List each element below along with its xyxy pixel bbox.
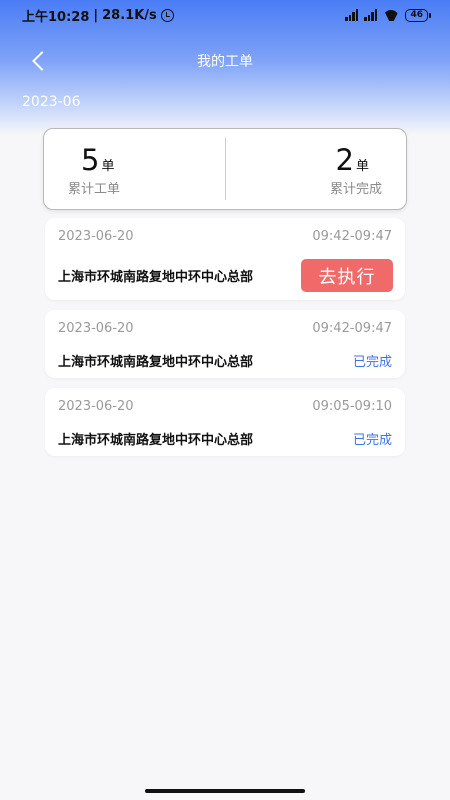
network-speed: 28.1K/s [102,7,157,23]
completed-orders-unit: 单 [355,159,369,174]
total-orders-stat: 5 单 累计工单 [68,143,168,197]
order-card-3[interactable]: 2023-06-20 09:05-09:10 上海市环城南路复地中环中心总部 已… [45,388,405,456]
order-address: 上海市环城南路复地中环中心总部 [58,433,254,448]
order-time: 09:05-09:10 [312,399,392,414]
status-separator: | [93,7,99,23]
signal-hd-icon [364,9,378,21]
back-button[interactable] [22,46,56,76]
signal-icon [345,9,359,21]
status-right: 46 [345,8,431,22]
page-title: 我的工单 [197,54,253,70]
summary-divider [225,138,226,200]
order-time: 09:42-09:47 [312,321,392,336]
status-completed: 已完成 [352,355,392,370]
total-orders-value: 5 [81,143,100,177]
order-address: 上海市环城南路复地中环中心总部 [58,270,254,285]
battery-icon: 46 [405,8,431,22]
completed-orders-label: 累计完成 [329,182,382,197]
order-time: 09:42-09:47 [312,229,392,244]
nav-bar: 我的工单 [0,38,450,84]
status-bar: 上午10:28 | 28.1K/s 46 [0,0,450,30]
order-address: 上海市环城南路复地中环中心总部 [58,355,254,370]
order-card-2[interactable]: 2023-06-20 09:42-09:47 上海市环城南路复地中环中心总部 已… [45,310,405,378]
order-date: 2023-06-20 [58,399,134,414]
alarm-icon [160,8,174,22]
order-date: 2023-06-20 [58,321,134,336]
completed-orders-stat: 2 单 累计完成 [282,143,382,197]
summary-card: 5 单 累计工单 2 单 累计完成 [43,128,407,210]
order-date: 2023-06-20 [58,229,134,244]
total-orders-label: 累计工单 [68,182,121,197]
order-card-1[interactable]: 2023-06-20 09:42-09:47 上海市环城南路复地中环中心总部 去… [45,218,405,300]
execute-button[interactable]: 去执行 [301,259,393,292]
status-time: 上午10:28 [22,9,90,25]
wifi-icon [383,10,399,21]
status-left: 上午10:28 | 28.1K/s [22,6,174,25]
completed-orders-value: 2 [335,143,354,177]
month-label[interactable]: 2023-06 [22,94,81,110]
chevron-left-icon [32,51,52,71]
total-orders-unit: 单 [101,159,115,174]
status-completed: 已完成 [352,433,392,448]
home-indicator[interactable] [145,789,305,793]
